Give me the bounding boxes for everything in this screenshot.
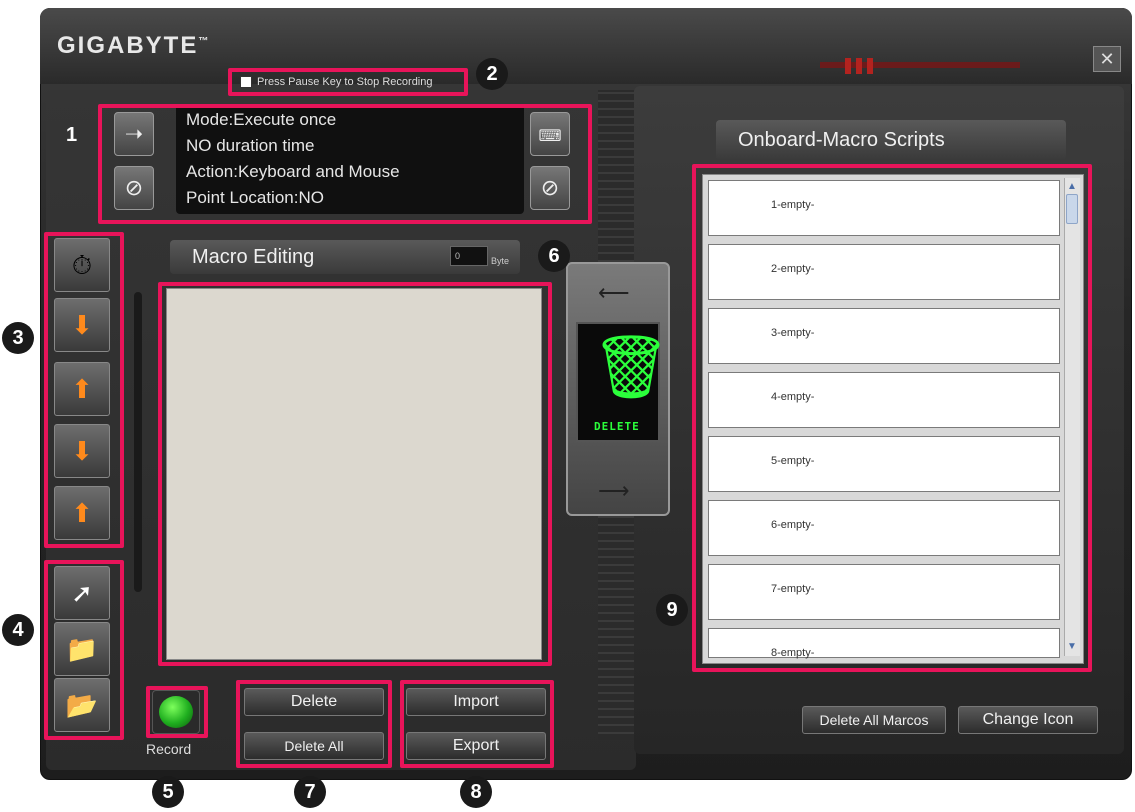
highlight-record — [146, 686, 208, 738]
brand-logo: GIGABYTE™ — [57, 32, 210, 60]
arrow-left-icon: ⟵ — [598, 280, 630, 305]
trash-label: DELETE — [594, 420, 640, 433]
close-icon: ✕ — [1099, 49, 1115, 69]
onboard-scripts-title: Onboard-Macro Scripts — [716, 120, 1066, 160]
callout-3: 3 — [2, 322, 34, 354]
highlight-import-export — [400, 680, 554, 768]
highlight-editing — [158, 282, 552, 666]
callout-2: 2 — [476, 58, 508, 90]
trash-icon: 🗑 — [592, 333, 671, 402]
arrow-right-icon: ⟶ — [598, 478, 630, 503]
decor-dash — [845, 58, 851, 74]
highlight-info — [98, 104, 592, 224]
editing-scroll-track[interactable] — [134, 292, 142, 592]
highlight-scripts — [692, 164, 1092, 672]
callout-4: 4 — [2, 614, 34, 646]
callout-1: 1 — [66, 124, 78, 146]
callout-9: 9 — [656, 594, 688, 626]
highlight-tools-2 — [44, 560, 124, 740]
record-label: Record — [146, 741, 192, 757]
byte-unit: Byte — [491, 256, 510, 266]
callout-7: 7 — [294, 776, 326, 808]
trademark: ™ — [198, 36, 211, 47]
byte-counter: 0 — [450, 246, 488, 266]
change-icon-button[interactable]: Change Icon — [958, 706, 1098, 734]
callout-5: 5 — [152, 776, 184, 808]
delete-all-macros-button[interactable]: Delete All Marcos — [802, 706, 946, 734]
callout-8: 8 — [460, 776, 492, 808]
brand-text: GIGABYTE — [57, 32, 199, 59]
callout-6: 6 — [538, 240, 570, 272]
close-button[interactable]: ✕ — [1093, 46, 1121, 72]
decor-dash — [856, 58, 862, 74]
highlight-tools — [44, 232, 124, 548]
highlight-checkbox — [228, 68, 468, 96]
highlight-delete — [236, 680, 392, 768]
decor-dash — [867, 58, 873, 74]
